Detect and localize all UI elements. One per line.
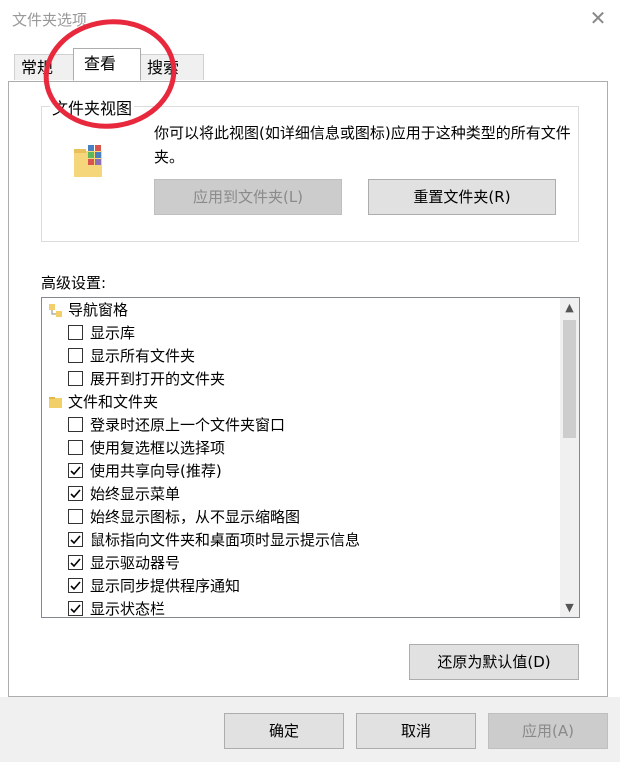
navigation-pane-icon <box>49 304 62 317</box>
folder-view-group: 文件夹视图 你可以将此视图(如详细信息或图标)应用于这种类型的所有文件夹。 应用… <box>41 95 579 242</box>
advanced-settings-label: 高级设置: <box>41 274 107 292</box>
list-item-label: 登录时还原上一个文件夹窗口 <box>90 416 286 434</box>
checkbox-checked[interactable] <box>68 555 83 570</box>
advanced-settings-items: 导航窗格 显示库 显示所有文件夹 展开到打开的文件夹 文件和文件夹 登录时还原上… <box>42 298 560 617</box>
window-title: 文件夹选项 <box>12 11 88 29</box>
checkbox[interactable] <box>68 417 83 432</box>
category-label: 文件和文件夹 <box>68 393 159 411</box>
checkmark-icon <box>70 489 81 499</box>
checkbox[interactable] <box>68 509 83 524</box>
checkbox-checked[interactable] <box>68 486 83 501</box>
advanced-settings-list[interactable]: 导航窗格 显示库 显示所有文件夹 展开到打开的文件夹 文件和文件夹 登录时还原上… <box>41 297 580 618</box>
checkbox[interactable] <box>68 440 83 455</box>
list-item-label: 始终显示图标，从不显示缩略图 <box>90 508 301 526</box>
checkbox-checked[interactable] <box>68 532 83 547</box>
reset-folders-button[interactable]: 重置文件夹(R) <box>368 179 556 215</box>
title-bar: 文件夹选项 ✕ <box>0 0 620 38</box>
category-label: 导航窗格 <box>68 301 129 319</box>
folder-view-legend: 文件夹视图 <box>50 95 135 119</box>
apply-button[interactable]: 应用(A) <box>488 713 608 749</box>
close-icon[interactable]: ✕ <box>586 6 610 30</box>
checkbox-checked[interactable] <box>68 578 83 593</box>
list-item-label: 显示驱动器号 <box>90 554 181 572</box>
vertical-scrollbar[interactable]: ▲ ▼ <box>560 298 579 617</box>
checkbox-checked[interactable] <box>68 463 83 478</box>
tab-general[interactable]: 常规 <box>14 54 74 80</box>
checkbox[interactable] <box>68 348 83 363</box>
folder-views-icon <box>72 143 108 179</box>
tab-view[interactable]: 查看 <box>73 48 141 81</box>
checkbox[interactable] <box>68 325 83 340</box>
apply-to-folders-button[interactable]: 应用到文件夹(L) <box>154 179 342 215</box>
dialog-button-bar: 确定 取消 应用(A) <box>0 697 620 762</box>
list-item-label: 展开到打开的文件夹 <box>90 370 226 388</box>
list-item-label: 显示库 <box>90 324 136 342</box>
checkmark-icon <box>70 466 81 476</box>
checkmark-icon <box>70 581 81 591</box>
list-item-label: 使用共享向导(推荐) <box>90 462 222 480</box>
folder-view-description: 你可以将此视图(如详细信息或图标)应用于这种类型的所有文件夹。 <box>154 124 571 166</box>
checkmark-icon <box>70 604 81 614</box>
scroll-thumb[interactable] <box>563 320 576 438</box>
scroll-down-icon[interactable]: ▼ <box>560 598 579 617</box>
ok-button[interactable]: 确定 <box>224 713 344 749</box>
tab-search[interactable]: 搜索 <box>140 54 204 80</box>
list-item-label: 显示同步提供程序通知 <box>90 577 241 595</box>
folder-icon <box>49 397 62 408</box>
checkmark-icon <box>70 558 81 568</box>
checkmark-icon <box>70 535 81 545</box>
scroll-up-icon[interactable]: ▲ <box>560 298 579 317</box>
tab-strip: 常规 查看 搜索 <box>0 38 620 82</box>
list-item-label: 鼠标指向文件夹和桌面项时显示提示信息 <box>90 531 361 549</box>
list-item-label: 始终显示菜单 <box>90 485 181 503</box>
list-item-label: 使用复选框以选择项 <box>90 439 226 457</box>
list-item-label: 显示所有文件夹 <box>90 347 196 365</box>
view-tab-panel: 文件夹视图 你可以将此视图(如详细信息或图标)应用于这种类型的所有文件夹。 应用… <box>8 81 608 697</box>
checkbox[interactable] <box>68 371 83 386</box>
cancel-button[interactable]: 取消 <box>356 713 476 749</box>
list-item-label: 显示状态栏 <box>90 600 166 617</box>
checkbox-checked[interactable] <box>68 601 83 616</box>
restore-defaults-button[interactable]: 还原为默认值(D) <box>409 644 579 680</box>
